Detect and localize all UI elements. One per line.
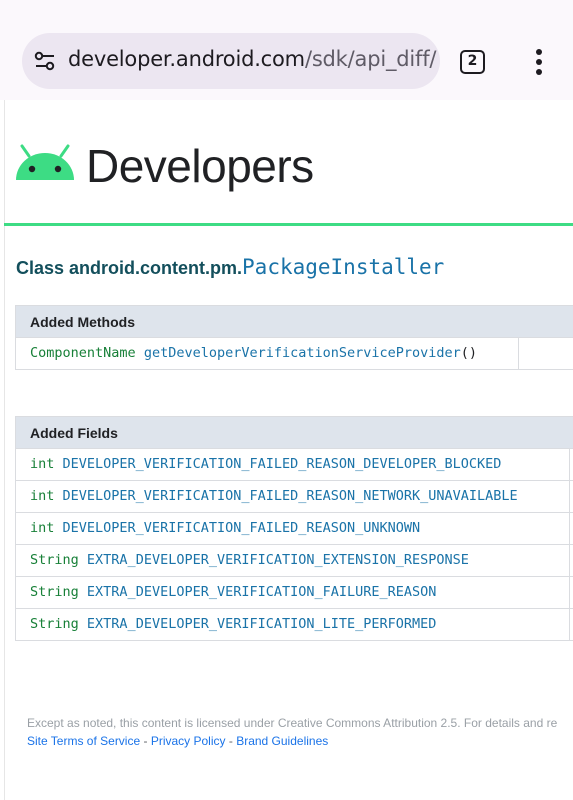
url-host: developer.android.com [68,47,305,71]
footer-separator: - [140,734,151,748]
table-row: String EXTRA_DEVELOPER_VERIFICATION_FAIL… [16,577,573,609]
android-icon[interactable] [15,144,75,182]
header-divider [4,223,573,226]
field-name-link[interactable]: EXTRA_DEVELOPER_VERIFICATION_LITE_PERFOR… [87,616,437,632]
table-row: String EXTRA_DEVELOPER_VERIFICATION_EXTE… [16,545,573,577]
added-fields-header: Added Fields [16,417,573,449]
field-type-link[interactable]: String [30,552,79,568]
tune-icon[interactable] [34,50,56,72]
cell-divider [569,449,570,480]
address-bar[interactable]: developer.android.com/sdk/api_diff/ [22,33,440,89]
table-row: ComponentName getDeveloperVerificationSe… [16,338,573,370]
field-type: int [30,488,55,504]
field-name-link[interactable]: DEVELOPER_VERIFICATION_FAILED_REASON_NET… [63,488,518,504]
added-methods-header: Added Methods [16,306,573,338]
tab-switcher-button[interactable]: 2 [460,50,485,74]
class-name-link[interactable]: PackageInstaller [242,255,444,279]
more-vert-icon[interactable] [528,48,550,76]
added-fields-table: Added Fields int DEVELOPER_VERIFICATION_… [15,416,573,641]
method-name-link[interactable]: getDeveloperVerificationServiceProvider [144,345,461,361]
cell-divider [569,609,570,640]
field-name-link[interactable]: EXTRA_DEVELOPER_VERIFICATION_EXTENSION_R… [87,552,469,568]
field-type-link[interactable]: String [30,616,79,632]
brand-guidelines-link[interactable]: Brand Guidelines [236,734,328,748]
cell-divider [569,577,570,608]
field-name-link[interactable]: EXTRA_DEVELOPER_VERIFICATION_FAILURE_REA… [87,584,437,600]
page-frame-line [4,100,5,800]
cell-divider [518,338,519,369]
field-type: int [30,456,55,472]
field-name-link[interactable]: DEVELOPER_VERIFICATION_FAILED_REASON_DEV… [63,456,502,472]
method-params: () [460,345,478,361]
field-name-link[interactable]: DEVELOPER_VERIFICATION_FAILED_REASON_UNK… [63,520,421,536]
table-row: String EXTRA_DEVELOPER_VERIFICATION_LITE… [16,609,573,641]
table-row: int DEVELOPER_VERIFICATION_FAILED_REASON… [16,513,573,545]
site-terms-link[interactable]: Site Terms of Service [27,734,140,748]
table-row: int DEVELOPER_VERIFICATION_FAILED_REASON… [16,449,573,481]
field-type: int [30,520,55,536]
added-methods-table: Added Methods ComponentName getDeveloper… [15,305,573,370]
page-title: Class android.content.pm.PackageInstalle… [16,255,444,279]
url-text[interactable]: developer.android.com/sdk/api_diff/ [68,47,436,71]
class-package-prefix: Class android.content.pm. [16,258,243,278]
method-return-type-link[interactable]: ComponentName [30,345,136,361]
browser-toolbar: developer.android.com/sdk/api_diff/ 2 [0,0,573,100]
footer-separator: - [225,734,237,748]
footer-links: Site Terms of Service - Privacy Policy -… [27,734,328,748]
cell-divider [569,545,570,576]
field-type-link[interactable]: String [30,584,79,600]
table-row: int DEVELOPER_VERIFICATION_FAILED_REASON… [16,481,573,513]
url-path: /sdk/api_diff/ [304,47,437,71]
license-notice: Except as noted, this content is license… [27,716,558,730]
brand-wordmark[interactable]: Developers [86,139,314,193]
cell-divider [569,513,570,544]
cell-divider [569,481,570,512]
privacy-policy-link[interactable]: Privacy Policy [151,734,226,748]
